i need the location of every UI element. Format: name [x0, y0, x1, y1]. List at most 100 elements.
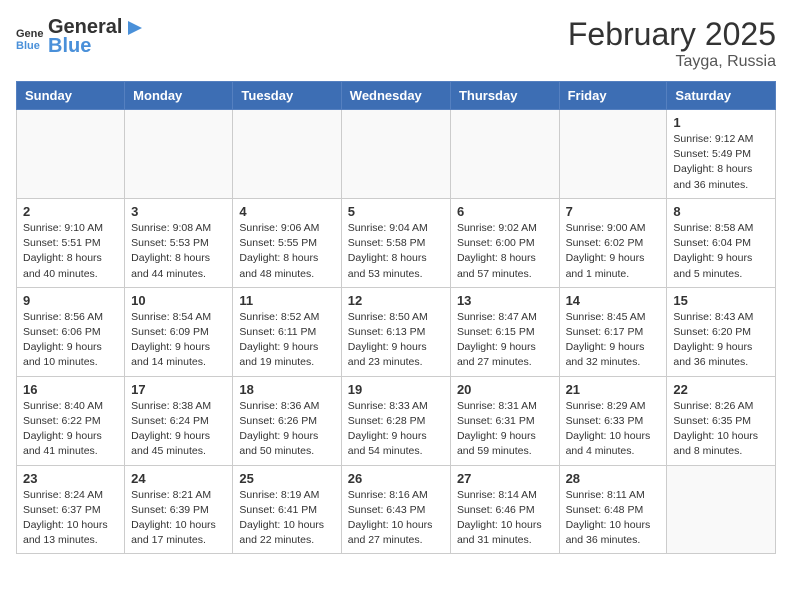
logo: General Blue General Blue [16, 16, 146, 58]
calendar-cell: 27 Sunrise: 8:14 AM Sunset: 6:46 PM Dayli… [450, 465, 559, 554]
day-info: Sunrise: 8:43 AM Sunset: 6:20 PM Dayligh… [673, 310, 769, 371]
day-number: 12 [348, 293, 444, 308]
day-info: Sunrise: 8:31 AM Sunset: 6:31 PM Dayligh… [457, 399, 553, 460]
day-info: Sunrise: 8:21 AM Sunset: 6:39 PM Dayligh… [131, 488, 226, 549]
day-info: Sunrise: 8:16 AM Sunset: 6:43 PM Dayligh… [348, 488, 444, 549]
calendar-cell [233, 110, 341, 199]
day-number: 21 [566, 382, 661, 397]
calendar-cell: 23 Sunrise: 8:24 AM Sunset: 6:37 PM Dayli… [17, 465, 125, 554]
calendar-cell: 17Sunrise: 8:38 AM Sunset: 6:24 PM Dayli… [125, 376, 233, 465]
calendar-cell: 9Sunrise: 8:56 AM Sunset: 6:06 PM Daylig… [17, 287, 125, 376]
day-info: Sunrise: 9:06 AM Sunset: 5:55 PM Dayligh… [239, 221, 334, 282]
svg-text:Blue: Blue [16, 40, 40, 51]
calendar-cell: 26 Sunrise: 8:16 AM Sunset: 6:43 PM Dayli… [341, 465, 450, 554]
day-number: 3 [131, 204, 226, 219]
day-info: Sunrise: 8:54 AM Sunset: 6:09 PM Dayligh… [131, 310, 226, 371]
day-info: Sunrise: 9:12 AM Sunset: 5:49 PM Dayligh… [673, 132, 769, 193]
month-year-title: February 2025 [568, 16, 776, 53]
day-info: Sunrise: 9:10 AM Sunset: 5:51 PM Dayligh… [23, 221, 118, 282]
day-number: 27 [457, 471, 553, 486]
calendar-cell: 24 Sunrise: 8:21 AM Sunset: 6:39 PM Dayli… [125, 465, 233, 554]
day-info: Sunrise: 9:00 AM Sunset: 6:02 PM Dayligh… [566, 221, 661, 282]
day-number: 16 [23, 382, 118, 397]
week-row-3: 9Sunrise: 8:56 AM Sunset: 6:06 PM Daylig… [17, 287, 776, 376]
day-number: 9 [23, 293, 118, 308]
day-info: Sunrise: 8:52 AM Sunset: 6:11 PM Dayligh… [239, 310, 334, 371]
column-header-monday: Monday [125, 82, 233, 110]
svg-text:General: General [16, 28, 44, 40]
day-number: 8 [673, 204, 769, 219]
day-info: Sunrise: 8:38 AM Sunset: 6:24 PM Dayligh… [131, 399, 226, 460]
calendar-cell: 8 Sunrise: 8:58 AM Sunset: 6:04 PM Daylig… [667, 198, 776, 287]
calendar-cell [559, 110, 667, 199]
column-header-sunday: Sunday [17, 82, 125, 110]
day-info: Sunrise: 8:11 AM Sunset: 6:48 PM Dayligh… [566, 488, 661, 549]
day-info: Sunrise: 8:29 AM Sunset: 6:33 PM Dayligh… [566, 399, 661, 460]
day-info: Sunrise: 8:24 AM Sunset: 6:37 PM Dayligh… [23, 488, 118, 549]
logo-arrow-icon [124, 17, 146, 39]
day-info: Sunrise: 8:33 AM Sunset: 6:28 PM Dayligh… [348, 399, 444, 460]
calendar-cell: 4 Sunrise: 9:06 AM Sunset: 5:55 PM Daylig… [233, 198, 341, 287]
day-info: Sunrise: 8:47 AM Sunset: 6:15 PM Dayligh… [457, 310, 553, 371]
week-row-4: 16 Sunrise: 8:40 AM Sunset: 6:22 PM Dayli… [17, 376, 776, 465]
day-number: 6 [457, 204, 553, 219]
day-number: 10 [131, 293, 226, 308]
calendar-cell [667, 465, 776, 554]
day-info: Sunrise: 8:45 AM Sunset: 6:17 PM Dayligh… [566, 310, 661, 371]
day-number: 23 [23, 471, 118, 486]
calendar-cell: 5 Sunrise: 9:04 AM Sunset: 5:58 PM Daylig… [341, 198, 450, 287]
calendar-cell [341, 110, 450, 199]
day-info: Sunrise: 8:58 AM Sunset: 6:04 PM Dayligh… [673, 221, 769, 282]
calendar-cell: 3 Sunrise: 9:08 AM Sunset: 5:53 PM Daylig… [125, 198, 233, 287]
calendar-cell: 20 Sunrise: 8:31 AM Sunset: 6:31 PM Dayli… [450, 376, 559, 465]
calendar-cell: 25Sunrise: 8:19 AM Sunset: 6:41 PM Dayli… [233, 465, 341, 554]
column-header-tuesday: Tuesday [233, 82, 341, 110]
calendar-cell: 18 Sunrise: 8:36 AM Sunset: 6:26 PM Dayli… [233, 376, 341, 465]
calendar-cell: 6 Sunrise: 9:02 AM Sunset: 6:00 PM Daylig… [450, 198, 559, 287]
day-number: 18 [239, 382, 334, 397]
calendar-cell: 15Sunrise: 8:43 AM Sunset: 6:20 PM Dayli… [667, 287, 776, 376]
calendar-header-row: SundayMondayTuesdayWednesdayThursdayFrid… [17, 82, 776, 110]
column-header-thursday: Thursday [450, 82, 559, 110]
calendar-cell: 28 Sunrise: 8:11 AM Sunset: 6:48 PM Dayli… [559, 465, 667, 554]
day-info: Sunrise: 9:02 AM Sunset: 6:00 PM Dayligh… [457, 221, 553, 282]
day-number: 22 [673, 382, 769, 397]
day-number: 19 [348, 382, 444, 397]
week-row-1: 1 Sunrise: 9:12 AM Sunset: 5:49 PM Daylig… [17, 110, 776, 199]
calendar-cell: 13 Sunrise: 8:47 AM Sunset: 6:15 PM Dayli… [450, 287, 559, 376]
day-number: 13 [457, 293, 553, 308]
column-header-wednesday: Wednesday [341, 82, 450, 110]
calendar-cell: 11Sunrise: 8:52 AM Sunset: 6:11 PM Dayli… [233, 287, 341, 376]
calendar-cell: 19 Sunrise: 8:33 AM Sunset: 6:28 PM Dayli… [341, 376, 450, 465]
calendar-cell: 10 Sunrise: 8:54 AM Sunset: 6:09 PM Dayli… [125, 287, 233, 376]
calendar-cell [125, 110, 233, 199]
calendar-cell: 12Sunrise: 8:50 AM Sunset: 6:13 PM Dayli… [341, 287, 450, 376]
calendar-cell: 2Sunrise: 9:10 AM Sunset: 5:51 PM Daylig… [17, 198, 125, 287]
day-info: Sunrise: 8:19 AM Sunset: 6:41 PM Dayligh… [239, 488, 334, 549]
page-header: General Blue General Blue February 2025 … [16, 16, 776, 71]
day-info: Sunrise: 9:08 AM Sunset: 5:53 PM Dayligh… [131, 221, 226, 282]
location-subtitle: Tayga, Russia [568, 53, 776, 71]
day-number: 5 [348, 204, 444, 219]
day-number: 28 [566, 471, 661, 486]
day-info: Sunrise: 8:36 AM Sunset: 6:26 PM Dayligh… [239, 399, 334, 460]
day-number: 14 [566, 293, 661, 308]
day-info: Sunrise: 8:14 AM Sunset: 6:46 PM Dayligh… [457, 488, 553, 549]
column-header-saturday: Saturday [667, 82, 776, 110]
day-number: 24 [131, 471, 226, 486]
day-number: 1 [673, 115, 769, 130]
calendar-cell: 14 Sunrise: 8:45 AM Sunset: 6:17 PM Dayli… [559, 287, 667, 376]
calendar-cell: 1 Sunrise: 9:12 AM Sunset: 5:49 PM Daylig… [667, 110, 776, 199]
day-info: Sunrise: 8:26 AM Sunset: 6:35 PM Dayligh… [673, 399, 769, 460]
day-number: 7 [566, 204, 661, 219]
day-number: 20 [457, 382, 553, 397]
title-area: February 2025 Tayga, Russia [568, 16, 776, 71]
calendar-cell: 21 Sunrise: 8:29 AM Sunset: 6:33 PM Dayli… [559, 376, 667, 465]
day-number: 4 [239, 204, 334, 219]
week-row-5: 23 Sunrise: 8:24 AM Sunset: 6:37 PM Dayli… [17, 465, 776, 554]
day-number: 26 [348, 471, 444, 486]
day-info: Sunrise: 9:04 AM Sunset: 5:58 PM Dayligh… [348, 221, 444, 282]
calendar-cell: 7 Sunrise: 9:00 AM Sunset: 6:02 PM Daylig… [559, 198, 667, 287]
calendar-cell [450, 110, 559, 199]
day-info: Sunrise: 8:40 AM Sunset: 6:22 PM Dayligh… [23, 399, 118, 460]
